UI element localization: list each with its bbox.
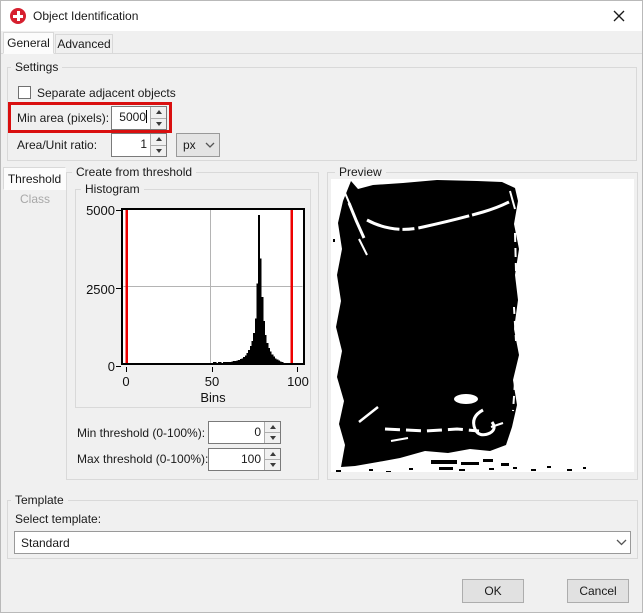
y-tick-label: 2500 — [79, 282, 115, 297]
object-identification-dialog: Object Identification General Advanced S… — [0, 0, 643, 613]
window-title: Object Identification — [33, 9, 138, 23]
x-tick-label: 100 — [284, 374, 312, 389]
spin-down-icon — [156, 122, 162, 126]
area-unit-spinbox[interactable]: 1 — [111, 133, 167, 157]
preview-image — [331, 179, 634, 472]
template-combo[interactable]: Standard — [14, 531, 631, 554]
settings-group-label: Settings — [11, 60, 62, 74]
close-icon — [613, 10, 625, 22]
spin-down-icon — [270, 463, 276, 467]
x-tick-label: 50 — [200, 374, 224, 389]
spin-down-icon — [270, 436, 276, 440]
ok-button[interactable]: OK — [462, 579, 524, 603]
min-area-value: 5000 — [119, 110, 146, 124]
separate-adjacent-objects-label: Separate adjacent objects — [37, 86, 176, 100]
area-unit-spin-down[interactable] — [151, 145, 166, 157]
area-unit-value: 1 — [140, 137, 147, 151]
preview-group-label: Preview — [335, 165, 386, 179]
template-group-label: Template — [11, 493, 68, 507]
x-tick — [212, 367, 213, 372]
max-threshold-spin-down[interactable] — [265, 459, 280, 470]
spin-up-icon — [270, 425, 276, 429]
min-threshold-value: 0 — [254, 425, 261, 439]
y-tick — [116, 210, 121, 211]
create-from-threshold-label: Create from threshold — [72, 165, 196, 179]
cancel-button[interactable]: Cancel — [567, 579, 629, 603]
x-tick-label: 0 — [114, 374, 138, 389]
spin-up-icon — [270, 452, 276, 456]
unit-combo-value: px — [177, 135, 201, 155]
separate-adjacent-objects-checkbox[interactable] — [18, 86, 31, 99]
min-area-spinbox[interactable]: 5000 — [111, 106, 167, 130]
max-threshold-spin-up[interactable] — [265, 449, 280, 459]
histogram-group-label: Histogram — [81, 182, 144, 196]
max-threshold-spinbox[interactable]: 100 — [208, 448, 281, 471]
titlebar: Object Identification — [1, 1, 642, 31]
y-tick — [116, 288, 121, 289]
tab-pane-border — [1, 53, 643, 54]
text-caret — [146, 110, 147, 123]
close-button[interactable] — [602, 1, 636, 30]
max-threshold-value: 100 — [241, 452, 261, 466]
tab-class[interactable]: Class — [5, 192, 65, 206]
spin-up-icon — [156, 137, 162, 141]
max-threshold-label: Max threshold (0-100%): — [77, 452, 208, 466]
y-tick-label: 0 — [79, 359, 115, 374]
chevron-down-icon — [201, 142, 219, 148]
min-threshold-spin-up[interactable] — [265, 422, 280, 432]
spin-up-icon — [156, 110, 162, 114]
min-area-spin-down[interactable] — [151, 118, 166, 130]
area-unit-spin-up[interactable] — [151, 134, 166, 145]
select-template-label: Select template: — [15, 512, 101, 526]
min-threshold-spinbox[interactable]: 0 — [208, 421, 281, 444]
tab-general[interactable]: General — [3, 32, 54, 54]
min-area-spin-up[interactable] — [151, 107, 166, 118]
unit-combo[interactable]: px — [176, 133, 220, 157]
x-tick — [126, 367, 127, 372]
preview-blob — [331, 179, 634, 472]
area-unit-ratio-label: Area/Unit ratio: — [17, 138, 97, 152]
min-threshold-label: Min threshold (0-100%): — [77, 426, 205, 440]
template-combo-value: Standard — [15, 533, 612, 553]
spin-down-icon — [156, 149, 162, 153]
x-axis-title: Bins — [121, 390, 305, 405]
y-tick-label: 5000 — [79, 203, 115, 218]
min-area-label: Min area (pixels): — [17, 111, 109, 125]
histogram-plot[interactable] — [121, 208, 305, 365]
app-icon — [10, 8, 26, 24]
y-tick — [116, 366, 121, 367]
tab-advanced[interactable]: Advanced — [55, 34, 113, 54]
chevron-down-icon — [612, 539, 630, 546]
x-tick — [297, 367, 298, 372]
tab-threshold[interactable]: Threshold — [3, 167, 66, 190]
min-threshold-spin-down[interactable] — [265, 432, 280, 443]
